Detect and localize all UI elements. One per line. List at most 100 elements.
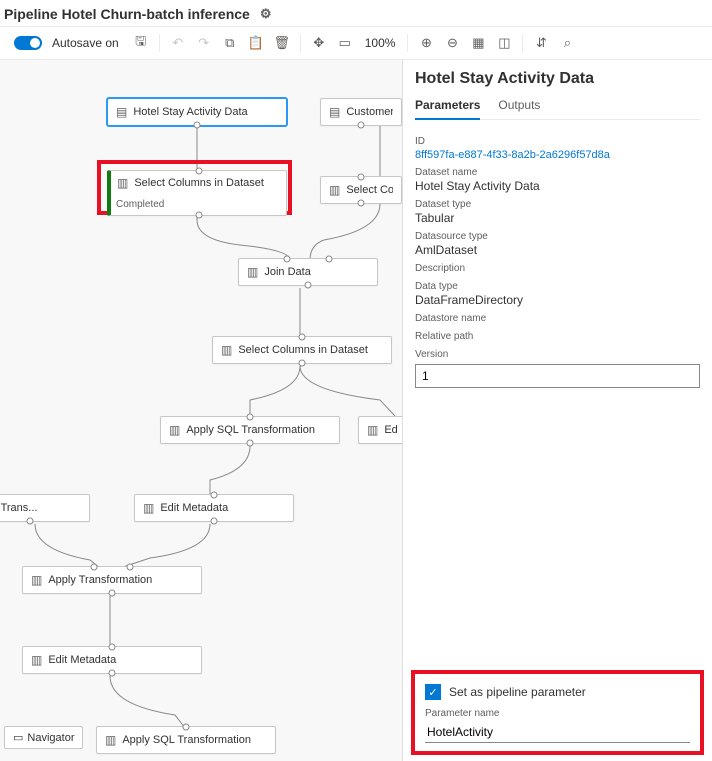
port-out[interactable] — [358, 200, 365, 207]
module-icon: ▥ — [143, 501, 154, 515]
port-out[interactable] — [109, 670, 116, 677]
navigator-label: Navigator — [27, 732, 74, 744]
value-id[interactable]: 8ff597fa-e887-4f33-8a2b-2a6296f57d8a — [415, 149, 700, 161]
node-apply-sql-2[interactable]: ▥ Apply SQL Transformation — [96, 726, 276, 754]
label-description: Description — [415, 263, 700, 274]
details-panel: Hotel Stay Activity Data Parameters Outp… — [402, 60, 712, 761]
map-icon: ▭ — [13, 731, 23, 744]
node-label: Apply SQL Transformation — [186, 424, 331, 436]
separator — [300, 34, 301, 52]
page-title: Pipeline Hotel Churn-batch inference — [4, 6, 250, 22]
separator — [159, 34, 160, 52]
port-out[interactable] — [247, 440, 254, 447]
port-in[interactable] — [284, 256, 291, 263]
undo-icon: ↶ — [170, 35, 186, 51]
redo-icon: ↷ — [196, 35, 212, 51]
label-relative-path: Relative path — [415, 331, 700, 342]
version-input[interactable] — [415, 364, 700, 388]
node-label: Hotel Stay Activity Data — [133, 106, 278, 118]
paste-icon[interactable]: 📋 — [248, 35, 264, 51]
fit-icon[interactable]: ▭ — [337, 35, 353, 51]
port-in[interactable] — [358, 174, 365, 181]
label-data-type: Data type — [415, 281, 700, 292]
node-apply-sql-1[interactable]: ▥ Apply SQL Transformation — [160, 416, 340, 444]
overview-icon[interactable]: ▦ — [470, 35, 486, 51]
module-icon: ▥ — [367, 423, 378, 437]
search-icon[interactable]: ⌕ — [559, 35, 575, 51]
node-label: Select Columns in Dataset — [238, 344, 383, 356]
label-parameter-name: Parameter name — [425, 708, 690, 719]
autosave-toggle[interactable] — [14, 36, 42, 50]
node-label: Edit Metadata — [48, 654, 193, 666]
label-version: Version — [415, 349, 700, 360]
port-out[interactable] — [195, 212, 202, 219]
node-customer-data[interactable]: ▤ Customer Dat — [320, 98, 402, 126]
minimap-icon[interactable]: ◫ — [496, 35, 512, 51]
port-out[interactable] — [109, 590, 116, 597]
autosave-label: Autosave on — [52, 36, 119, 50]
node-apply-transformation[interactable]: ▥ Apply Transformation — [22, 566, 202, 594]
node-select-columns-1[interactable]: ▥ Select Columns in Dataset Completed — [107, 170, 287, 216]
toolbar: Autosave on 🖫 ↶ ↷ ⧉ 📋 🗑 ✥ ▭ 100% ⊕ ⊖ ▦ ◫… — [0, 26, 712, 60]
port-in[interactable] — [211, 492, 218, 499]
node-indicator-values-trans[interactable]: tor Values Trans... — [0, 494, 90, 522]
parameter-name-input[interactable] — [425, 722, 690, 743]
set-pipeline-parameter-checkbox[interactable]: ✓ — [425, 684, 441, 700]
module-icon: ▥ — [247, 265, 258, 279]
separator — [407, 34, 408, 52]
port-in[interactable] — [126, 564, 133, 571]
port-in[interactable] — [299, 334, 306, 341]
node-select-columns-3[interactable]: ▥ Select Columns in Dataset — [212, 336, 392, 364]
node-select-columns-2[interactable]: ▥ Select Colum — [320, 176, 402, 204]
port-in[interactable] — [195, 168, 202, 175]
node-edit-m[interactable]: ▥ Edit M — [358, 416, 406, 444]
port-out[interactable] — [299, 360, 306, 367]
save-icon[interactable]: 🖫 — [133, 35, 149, 51]
port-in[interactable] — [109, 644, 116, 651]
set-pipeline-parameter-label: Set as pipeline parameter — [449, 685, 586, 699]
label-datastore-name: Datastore name — [415, 313, 700, 324]
filter-icon[interactable]: ⇵ — [533, 35, 549, 51]
port-in[interactable] — [247, 414, 254, 421]
pan-icon[interactable]: ✥ — [311, 35, 327, 51]
node-label: Select Columns in Dataset — [134, 177, 278, 189]
node-label: Apply SQL Transformation — [122, 734, 267, 746]
node-label: Edit Metadata — [160, 502, 285, 514]
gear-icon[interactable]: ⚙ — [260, 6, 272, 22]
zoom-level[interactable]: 100% — [363, 36, 398, 50]
node-label: tor Values Trans... — [0, 502, 81, 514]
tab-outputs[interactable]: Outputs — [498, 98, 540, 119]
port-in[interactable] — [91, 564, 98, 571]
module-icon: ▥ — [169, 423, 180, 437]
separator — [522, 34, 523, 52]
node-hotel-stay-activity[interactable]: ▤ Hotel Stay Activity Data — [107, 98, 287, 126]
module-icon: ▥ — [105, 733, 116, 747]
panel-title: Hotel Stay Activity Data — [415, 70, 700, 88]
navigator-toggle[interactable]: ▭ Navigator — [4, 726, 83, 749]
node-label: Join Data — [264, 266, 369, 278]
port-in[interactable] — [325, 256, 332, 263]
node-edit-metadata-1[interactable]: ▥ Edit Metadata — [134, 494, 294, 522]
node-join-data[interactable]: ▥ Join Data — [238, 258, 378, 286]
port-out[interactable] — [26, 518, 33, 525]
node-edit-metadata-2[interactable]: ▥ Edit Metadata — [22, 646, 202, 674]
copy-icon[interactable]: ⧉ — [222, 35, 238, 51]
module-icon: ▥ — [31, 653, 42, 667]
port-in[interactable] — [183, 724, 190, 731]
node-label: Customer Dat — [346, 106, 393, 118]
tab-parameters[interactable]: Parameters — [415, 98, 480, 120]
module-icon: ▥ — [117, 176, 128, 190]
delete-icon[interactable]: 🗑 — [274, 35, 290, 51]
label-id: ID — [415, 136, 700, 147]
value-dataset-type: Tabular — [415, 211, 700, 225]
node-label: Edit M — [384, 424, 397, 436]
label-dataset-name: Dataset name — [415, 167, 700, 178]
port-out[interactable] — [194, 122, 201, 129]
highlight-pipeline-parameter: ✓ Set as pipeline parameter Parameter na… — [411, 670, 704, 755]
port-out[interactable] — [358, 122, 365, 129]
port-out[interactable] — [211, 518, 218, 525]
zoom-out-icon[interactable]: ⊖ — [444, 35, 460, 51]
module-icon: ▥ — [221, 343, 232, 357]
zoom-in-icon[interactable]: ⊕ — [418, 35, 434, 51]
port-out[interactable] — [305, 282, 312, 289]
